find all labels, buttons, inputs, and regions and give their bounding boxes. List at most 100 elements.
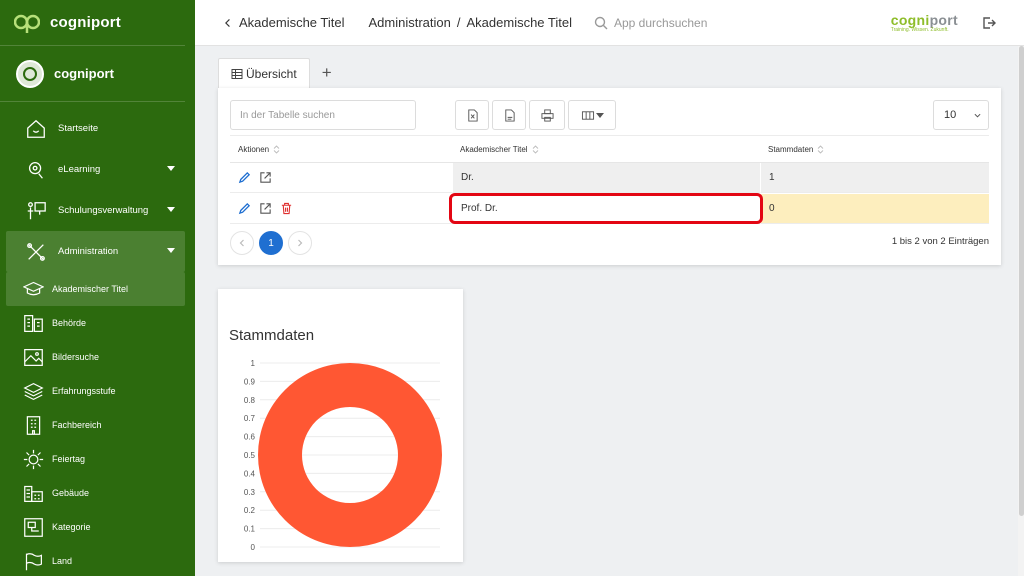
prev-page-button[interactable]	[230, 231, 254, 255]
table-search-input[interactable]: In der Tabelle suchen	[230, 100, 416, 130]
sidebar-subitem-kategorie[interactable]: Kategorie	[6, 510, 185, 544]
sidebar-item-label: Administration	[58, 246, 119, 257]
sidebar-subitem-behoerde[interactable]: Behörde	[6, 306, 185, 340]
sidebar-item-label: Behörde	[52, 318, 87, 328]
app-search[interactable]: App durchsuchen	[594, 16, 707, 30]
columns-icon	[581, 110, 594, 120]
y-tick-label: 0.3	[244, 488, 256, 497]
building-icon	[22, 312, 44, 334]
export-pdf-button[interactable]	[492, 100, 526, 130]
topbar: Akademische Titel Administration / Akade…	[195, 0, 1024, 46]
sun-icon	[22, 448, 44, 470]
column-header-stammdaten[interactable]: Stammdaten	[760, 136, 989, 162]
sidebar-subitem-land[interactable]: Land	[6, 544, 185, 576]
sidebar-item-schulungsverwaltung[interactable]: Schulungsverwaltung	[6, 190, 185, 231]
back-icon[interactable]	[221, 16, 235, 30]
tab-uebersicht[interactable]: Übersicht	[218, 58, 310, 88]
y-tick-label: 0.7	[244, 414, 256, 423]
page-button-current[interactable]: 1	[259, 231, 283, 255]
chart-title: Stammdaten	[229, 327, 315, 344]
chevron-down-icon	[974, 113, 981, 118]
chevron-down-icon	[167, 207, 175, 212]
y-tick-label: 0	[251, 543, 256, 552]
y-tick-label: 0.4	[244, 469, 256, 478]
column-header-label: Stammdaten	[768, 144, 814, 154]
layers-icon	[22, 380, 44, 402]
external-link-icon[interactable]	[259, 202, 272, 215]
sidebar-item-label: Akademischer Titel	[52, 284, 129, 294]
add-tab-button[interactable]: +	[310, 58, 344, 88]
pdf-file-icon	[504, 108, 515, 122]
chevron-down-icon	[167, 166, 175, 171]
sidebar-subitem-fachbereich[interactable]: Fachbereich	[6, 408, 185, 442]
home-icon	[24, 117, 48, 141]
external-link-icon[interactable]	[259, 171, 272, 184]
sidebar-item-startseite[interactable]: Startseite	[6, 108, 185, 149]
trash-icon[interactable]	[280, 202, 293, 215]
column-header-label: Aktionen	[238, 144, 270, 154]
stammdaten-cell[interactable]: 0	[760, 194, 989, 224]
column-header-akademischer-titel[interactable]: Akademischer Titel	[452, 136, 760, 162]
y-tick-label: 0.8	[244, 396, 256, 405]
tab-bar: Übersicht +	[218, 58, 344, 88]
search-icon	[594, 16, 608, 29]
sidebar-subitem-akademischer-titel[interactable]: Akademischer Titel	[6, 272, 185, 306]
page-title: Akademische Titel	[239, 15, 345, 30]
print-button[interactable]	[529, 100, 565, 130]
sidebar-item-label: Startseite	[58, 123, 99, 134]
sidebar-item-label: Fachbereich	[52, 420, 102, 430]
export-excel-button[interactable]	[455, 100, 489, 130]
chevron-right-icon	[298, 239, 303, 247]
sidebar-subitem-bildersuche[interactable]: Bildersuche	[6, 340, 185, 374]
avatar	[16, 59, 44, 88]
table-search-placeholder: In der Tabelle suchen	[240, 109, 335, 121]
tools-icon	[24, 240, 48, 264]
graduation-cap-icon	[22, 278, 44, 300]
column-header-aktionen[interactable]: Aktionen	[230, 136, 452, 162]
sidebar-item-label: Kategorie	[52, 522, 91, 532]
logout-icon[interactable]	[982, 16, 996, 30]
sidebar-subitem-gebaeude[interactable]: Gebäude	[6, 476, 185, 510]
breadcrumb: Administration / Akademische Titel	[369, 15, 573, 30]
sidebar-item-label: Erfahrungsstufe	[52, 386, 116, 396]
next-page-button[interactable]	[288, 231, 312, 255]
sidebar-item-label: Schulungsverwaltung	[58, 205, 149, 216]
y-tick-label: 0.6	[244, 433, 256, 442]
sidebar-item-administration[interactable]: Administration	[6, 231, 185, 272]
caret-down-icon	[595, 113, 604, 118]
cogniport-logo-icon	[14, 14, 40, 33]
pencil-icon[interactable]	[238, 171, 251, 184]
breadcrumb-item-administration[interactable]: Administration	[369, 15, 451, 30]
cogniport-logo: cogniport Training. Wissen. Zukunft.	[891, 12, 958, 33]
presenter-icon	[24, 199, 48, 223]
user-profile[interactable]: cogniport	[0, 46, 185, 102]
pencil-icon[interactable]	[238, 202, 251, 215]
brand[interactable]: cogniport	[0, 0, 185, 46]
column-header-label: Akademischer Titel	[460, 144, 528, 154]
scrollbar-thumb[interactable]	[1019, 46, 1024, 516]
sort-icon	[532, 144, 538, 154]
y-tick-label: 1	[251, 359, 256, 368]
chevron-left-icon	[239, 239, 244, 247]
sidebar: cogniport cogniport Startseite eLearning…	[0, 0, 195, 576]
brand-name: cogniport	[50, 14, 121, 31]
logo-part-b: port	[929, 12, 958, 28]
column-visibility-button[interactable]	[568, 100, 616, 130]
printer-icon	[540, 108, 554, 122]
table-card: In der Tabelle suchen 10 Aktionen Akadem…	[218, 88, 1001, 265]
sidebar-subitem-erfahrungsstufe[interactable]: Erfahrungsstufe	[6, 374, 185, 408]
gear-person-icon	[24, 158, 48, 182]
stammdaten-cell[interactable]: 1	[760, 163, 989, 193]
pagination: 1	[230, 231, 312, 255]
sidebar-item-elearning[interactable]: eLearning	[6, 149, 185, 190]
sidebar-item-label: eLearning	[58, 164, 101, 175]
sidebar-nav: Startseite eLearning Schulungsverwaltung…	[0, 102, 195, 576]
image-icon	[22, 346, 44, 368]
sidebar-item-label: Land	[52, 556, 73, 566]
sidebar-item-label: Feiertag	[52, 454, 86, 464]
page-size-select[interactable]: 10	[933, 100, 989, 130]
titel-cell[interactable]: Dr.	[452, 163, 760, 193]
search-input[interactable]: App durchsuchen	[614, 16, 707, 30]
excel-file-icon	[467, 108, 478, 122]
sidebar-subitem-feiertag[interactable]: Feiertag	[6, 442, 185, 476]
